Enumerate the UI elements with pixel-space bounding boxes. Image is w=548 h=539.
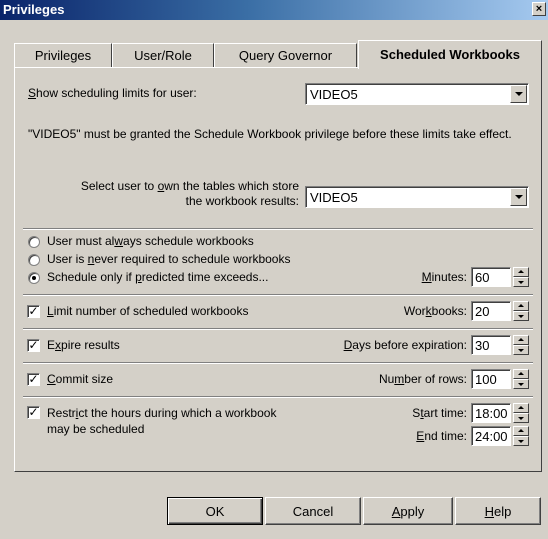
tab-label: Privileges <box>34 48 92 63</box>
owner-label: Select user to own the tables which stor… <box>80 179 299 208</box>
tab-label: Scheduled Workbooks <box>380 47 520 62</box>
spin-down-icon[interactable] <box>513 413 529 423</box>
privileges-dialog: Privileges × Privileges User/Role Query … <box>0 0 548 539</box>
spin-up-icon[interactable] <box>513 267 529 277</box>
days-before-expiration-spinner[interactable] <box>513 335 529 355</box>
divider <box>23 294 533 296</box>
radio-never-required[interactable] <box>28 254 40 266</box>
commit-size-label: Commit size <box>47 372 114 386</box>
apply-button[interactable]: Apply <box>363 497 453 525</box>
restrict-hours-checkbox[interactable]: ✓ <box>27 406 40 419</box>
chevron-down-icon[interactable] <box>510 188 527 206</box>
title-bar: Privileges × <box>0 0 548 20</box>
tab-query-governor[interactable]: Query Governor <box>214 43 357 67</box>
minutes-spinner[interactable] <box>513 267 529 287</box>
spin-up-icon[interactable] <box>513 403 529 413</box>
workbooks-count-input[interactable]: 20 <box>471 301 511 321</box>
divider <box>23 228 533 230</box>
spin-down-icon[interactable] <box>513 379 529 389</box>
spin-down-icon[interactable] <box>513 311 529 321</box>
scheduled-workbooks-panel: Show scheduling limits for user: VIDEO5 … <box>14 67 542 472</box>
spin-up-icon[interactable] <box>513 301 529 311</box>
check-icon: ✓ <box>28 372 39 386</box>
spin-down-icon[interactable] <box>513 277 529 287</box>
limit-workbooks-checkbox[interactable]: ✓ <box>27 305 40 318</box>
check-icon: ✓ <box>28 338 39 352</box>
radio-label: User must always schedule workbooks <box>47 234 254 248</box>
end-time-label: End time: <box>416 429 467 443</box>
help-button[interactable]: Help <box>455 497 541 525</box>
divider <box>23 362 533 364</box>
check-icon: ✓ <box>28 304 39 318</box>
spin-down-icon[interactable] <box>513 345 529 355</box>
expire-results-checkbox[interactable]: ✓ <box>27 339 40 352</box>
chevron-down-icon[interactable] <box>510 85 527 103</box>
radio-label: Schedule only if predicted time exceeds.… <box>47 270 269 284</box>
minutes-label: Minutes: <box>421 270 467 284</box>
check-icon: ✓ <box>28 405 39 419</box>
start-time-input[interactable]: 18:00 <box>471 403 511 423</box>
days-before-expiration-input[interactable]: 30 <box>471 335 511 355</box>
radio-label: User is never required to schedule workb… <box>47 252 291 266</box>
spin-up-icon[interactable] <box>513 335 529 345</box>
number-of-rows-spinner[interactable] <box>513 369 529 389</box>
days-before-expiration-label: Days before expiration: <box>343 338 467 352</box>
end-time-input[interactable]: 24:00 <box>471 426 511 446</box>
divider <box>23 396 533 398</box>
start-time-spinner[interactable] <box>513 403 529 423</box>
close-button[interactable]: × <box>532 2 546 16</box>
spin-down-icon[interactable] <box>513 436 529 446</box>
end-time-spinner[interactable] <box>513 426 529 446</box>
limit-workbooks-label: Limit number of scheduled workbooks <box>47 304 249 318</box>
start-time-label: Start time: <box>412 406 467 420</box>
ok-button[interactable]: OK <box>167 497 263 525</box>
window-title: Privileges <box>3 2 65 17</box>
spin-up-icon[interactable] <box>513 369 529 379</box>
divider <box>23 328 533 330</box>
privilege-notice: "VIDEO5" must be granted the Schedule Wo… <box>28 127 512 141</box>
workbooks-count-label: Workbooks: <box>403 304 467 318</box>
owner-user-select[interactable]: VIDEO5 <box>305 186 529 208</box>
show-limits-label: Show scheduling limits for user: <box>28 86 197 100</box>
select-value: VIDEO5 <box>310 87 358 102</box>
tab-label: User/Role <box>134 48 192 63</box>
radio-schedule-if-exceeds[interactable] <box>28 272 40 284</box>
cancel-button[interactable]: Cancel <box>265 497 361 525</box>
workbooks-count-spinner[interactable] <box>513 301 529 321</box>
close-icon: × <box>535 3 543 15</box>
tab-label: Query Governor <box>238 48 333 63</box>
tab-privileges[interactable]: Privileges <box>14 43 112 67</box>
tab-scheduled-workbooks[interactable]: Scheduled Workbooks <box>358 40 542 69</box>
minutes-input[interactable]: 60 <box>471 267 511 287</box>
number-of-rows-label: Number of rows: <box>378 372 467 386</box>
spin-up-icon[interactable] <box>513 426 529 436</box>
tab-user-role[interactable]: User/Role <box>112 43 214 67</box>
number-of-rows-input[interactable]: 100 <box>471 369 511 389</box>
expire-results-label: Expire results <box>47 338 120 352</box>
radio-always-schedule[interactable] <box>28 236 40 248</box>
commit-size-checkbox[interactable]: ✓ <box>27 373 40 386</box>
select-value: VIDEO5 <box>310 190 358 205</box>
show-limits-user-select[interactable]: VIDEO5 <box>305 83 529 105</box>
restrict-hours-label: Restrict the hours during which a workbo… <box>47 406 277 436</box>
